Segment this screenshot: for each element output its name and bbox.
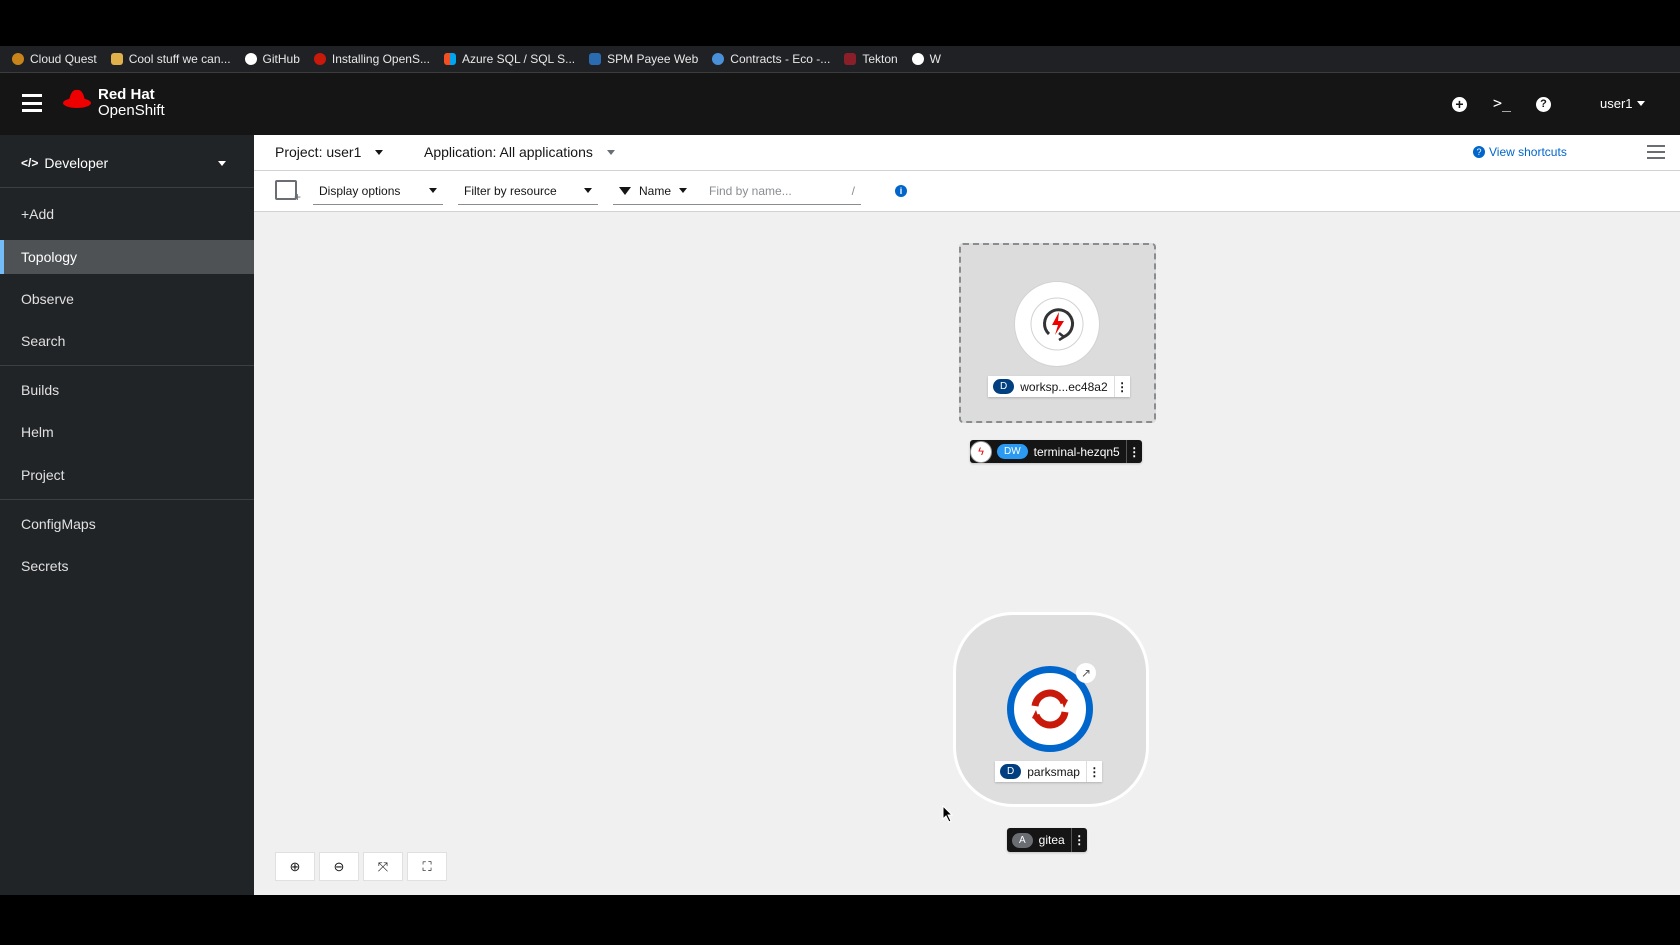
bookmark[interactable]: Contracts - Eco -... (712, 52, 830, 66)
bookmark[interactable]: Installing OpenS... (313, 52, 430, 66)
masthead: Red Hat OpenShift + >_ ? user1 (0, 73, 1680, 135)
bookmark[interactable]: W (911, 52, 941, 66)
caret-down-icon (679, 188, 688, 193)
fit-to-screen-button[interactable]: ⤧ (363, 852, 403, 881)
help-icon[interactable]: ? (1536, 97, 1551, 112)
bookmark[interactable]: Cloud Quest (12, 52, 97, 66)
bookmark-icon (313, 53, 326, 65)
topology-main: Project: user1 Application: All applicat… (254, 135, 1680, 895)
sidebar-item-helm[interactable]: Helm (0, 415, 254, 449)
info-icon[interactable]: i (895, 185, 907, 197)
list-view-icon[interactable] (1647, 145, 1665, 159)
bookmark[interactable]: Tekton (844, 52, 898, 66)
divider (0, 365, 254, 366)
caret-down-icon (1636, 101, 1645, 106)
globe-icon (911, 53, 924, 65)
sidebar-item-observe[interactable]: Observe (0, 282, 254, 316)
reset-view-button[interactable]: ⛶ (407, 852, 447, 881)
microsoft-icon (443, 53, 456, 65)
bookmark-icon (110, 53, 123, 65)
kebab-menu-icon[interactable]: ⋮ (1125, 440, 1142, 463)
context-bar: Project: user1 Application: All applicat… (254, 135, 1680, 171)
filter-type-dropdown[interactable]: Name (613, 177, 703, 205)
sidebar-item-configmaps[interactable]: ConfigMaps (0, 507, 254, 541)
sidebar-item-project[interactable]: Project (0, 458, 254, 492)
kebab-menu-icon[interactable]: ⋮ (1113, 376, 1130, 397)
globe-icon (712, 53, 725, 65)
help-circle-icon: ? (1473, 146, 1485, 158)
bookmarks-bar: Cloud Quest Cool stuff we can... GitHub … (0, 46, 1680, 73)
caret-down-icon (375, 149, 384, 155)
zoom-out-icon: ⊖ (333, 858, 345, 874)
bookmark[interactable]: Cool stuff we can... (110, 52, 231, 66)
fullscreen-icon: ⛶ (422, 858, 432, 874)
github-icon (244, 53, 257, 65)
bookmark-icon (589, 53, 602, 65)
zoom-in-button[interactable]: ⊕ (275, 852, 315, 881)
mouse-cursor-icon (942, 805, 954, 823)
open-url-icon[interactable]: ↗ (1076, 663, 1096, 683)
perspective-switcher[interactable]: </> Developer (21, 155, 226, 171)
caret-down-icon (606, 149, 615, 155)
divider (0, 187, 254, 188)
kebab-menu-icon[interactable]: ⋮ (1070, 828, 1087, 852)
redhat-hat-icon (63, 89, 91, 108)
add-icon[interactable]: + (1452, 97, 1467, 112)
che-workspace-icon (1030, 297, 1084, 351)
view-shortcuts-link[interactable]: ? View shortcuts (1473, 145, 1567, 159)
terminal-icon[interactable]: >_ (1493, 94, 1511, 112)
bookmark[interactable]: Azure SQL / SQL S... (443, 52, 575, 66)
caret-down-icon (584, 188, 592, 193)
hamburger-menu-icon[interactable] (22, 94, 42, 112)
parksmap-label[interactable]: Dparksmap ⋮ (995, 761, 1102, 782)
redhat-logo[interactable]: Red Hat OpenShift (62, 87, 165, 119)
devworkspace-group-label[interactable]: ϟ DW terminal-hezqn5 ⋮ (970, 440, 1142, 463)
tekton-icon (844, 53, 857, 65)
workspace-label[interactable]: Dworksp...ec48a2 ⋮ (988, 376, 1130, 397)
openshift-sync-icon (1031, 689, 1069, 729)
bookmark[interactable]: SPM Payee Web (589, 52, 698, 66)
sidebar-item-topology[interactable]: Topology (0, 240, 254, 274)
bookmark-icon (12, 53, 24, 65)
caret-down-icon (218, 160, 226, 166)
project-dropdown[interactable]: Project: user1 (275, 144, 384, 160)
kebab-menu-icon[interactable]: ⋮ (1085, 761, 1102, 782)
che-workspace-icon: ϟ (970, 440, 992, 463)
find-by-name-input[interactable]: Find by name... / (703, 177, 861, 205)
filter-toolbar: + Display options Filter by resource Nam… (254, 171, 1680, 212)
code-icon: </> (21, 156, 39, 170)
caret-down-icon (429, 188, 437, 193)
expand-icon: ⤧ (377, 858, 389, 874)
filter-icon (619, 186, 631, 195)
sidebar-item-add[interactable]: +Add (0, 197, 254, 231)
filter-by-resource-dropdown[interactable]: Filter by resource (458, 177, 598, 205)
sidebar-item-secrets[interactable]: Secrets (0, 549, 254, 583)
gitea-group-label[interactable]: Agitea ⋮ (1007, 828, 1087, 852)
display-options-dropdown[interactable]: Display options (313, 177, 443, 205)
workspace-node[interactable] (1014, 281, 1100, 367)
user-menu[interactable]: user1 (1600, 96, 1645, 111)
zoom-out-button[interactable]: ⊖ (319, 852, 359, 881)
zoom-in-icon: ⊕ (289, 858, 301, 874)
divider (0, 499, 254, 500)
sidebar-item-builds[interactable]: Builds (0, 373, 254, 407)
sidebar: </> Developer +Add Topology Observe Searc… (0, 135, 254, 895)
application-dropdown[interactable]: Application: All applications (424, 144, 615, 160)
bookmark[interactable]: GitHub (244, 52, 300, 66)
sidebar-item-search[interactable]: Search (0, 324, 254, 358)
quick-search-icon[interactable]: + (275, 180, 301, 204)
